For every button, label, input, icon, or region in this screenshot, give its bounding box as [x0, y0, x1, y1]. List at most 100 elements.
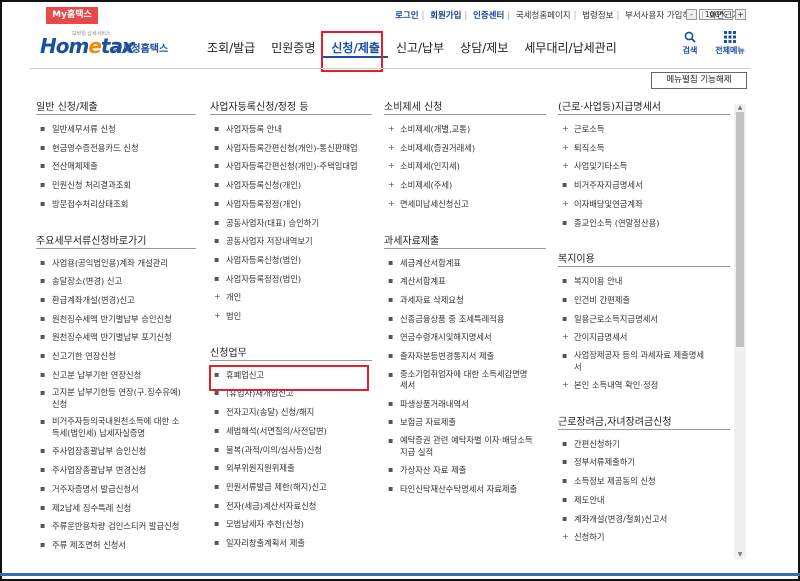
nts-home-link[interactable]: 국세청홈페이지 [516, 11, 571, 21]
login-link[interactable]: 로그인 [395, 11, 418, 21]
my-hometax-button[interactable]: My홈택스 [46, 7, 98, 24]
menu-item[interactable]: + 본인 소득내역 확인·정정 [558, 376, 730, 395]
signup-link[interactable]: 회원가입 [430, 11, 461, 21]
menu-item[interactable]: ▪ 제도안내 [558, 491, 730, 510]
menu-item[interactable]: ▪ 신고분 납부기한 연장신청 [36, 366, 196, 385]
zoom-out-button[interactable]: - [686, 9, 697, 20]
menu-item[interactable]: ▪ 중소기업취업자에 대한 소득세감면명 세서 [384, 366, 546, 395]
menu-item[interactable]: ▪ 모범납세자 추천(신청) [210, 515, 372, 534]
menu-item[interactable]: ▪ 방문접수처리상태조회 [36, 195, 196, 214]
menu-item[interactable]: ▪ 전자(세금)계산서자료신청 [210, 497, 372, 516]
menu-item[interactable]: ▪ 현금영수증전용카드 신청 [36, 139, 196, 158]
menu-item[interactable]: ▪ 사업자등록신청(개인) [210, 176, 372, 195]
menu-item[interactable]: ▪ 정부서류제출하기 [558, 453, 730, 472]
menu-item[interactable]: ▪ 고지분 납부기한등 연장(구.징수유예) 신청 [36, 384, 196, 413]
all-menu-button[interactable]: 전체메뉴 [710, 31, 750, 56]
menu-item[interactable]: ▪ 원천징수세액 반기별납부 승인신청 [36, 310, 196, 329]
menu-item[interactable]: ▪ 신종금융상품 중 조세특례적용 [384, 310, 546, 329]
menu-item-label: 종교인소득 (연말정산용) [574, 217, 660, 228]
nav-consult-report[interactable]: 상담/제보 [452, 38, 516, 58]
menu-item[interactable]: ▪ 공동사업자 저장내역보기 [210, 232, 372, 251]
menu-item[interactable]: ▪ 민원신청 처리결과조회 [36, 176, 196, 195]
menu-item[interactable]: + 면세미납세신청신고 [384, 195, 546, 214]
menu-item[interactable]: + 간이지급명세서 [558, 328, 730, 347]
menu-item[interactable]: ▪ 환급계좌개설(변경)신고 [36, 291, 196, 310]
search-button[interactable]: 검색 [676, 31, 704, 56]
menu-item[interactable]: + 법인 [210, 307, 372, 326]
menu-item-label: 타인신탁재산수탁명세서 자료제출 [400, 483, 518, 494]
menu-item[interactable]: ▪ 일용근로소득지급명세서 [558, 310, 730, 329]
menu-item[interactable]: ▪ 거주자증명서 발급신청서 [36, 480, 196, 499]
menu-item[interactable]: + 개인 [210, 288, 372, 307]
menu-item[interactable]: ▪ 사업자등록 안내 [210, 120, 372, 139]
menu-item[interactable]: ▪ 타인신탁재산수탁명세서 자료제출 [384, 480, 546, 499]
search-label: 검색 [682, 46, 698, 55]
menu-item[interactable]: ▪ 세금계산서합계표 [384, 254, 546, 273]
menu-item[interactable]: ▪ 간편신청하기 [558, 435, 730, 454]
menu-item[interactable]: ▪ 비거주자등의국내원천소득에 대한 소 득세(법인세) 납세자실증명 [36, 413, 196, 442]
menu-item[interactable]: ▪ 제2납세 징수특례 신청 [36, 499, 196, 518]
menu-item[interactable]: ▪ 보험금 자료제출 [384, 413, 546, 432]
scroll-thumb[interactable] [736, 112, 744, 347]
menu-item[interactable]: + 소비제세(개별,교통) [384, 120, 546, 139]
nav-inquiry-issue[interactable]: 조회/발급 [199, 38, 263, 58]
menu-item[interactable]: ▪ 사업장제공자 등의 과세자료 제출명세 서 [558, 347, 730, 376]
menu-item[interactable]: ▪ 전산매체제출 [36, 157, 196, 176]
menu-item[interactable]: ▪ 사업자등록정정(개인) [210, 195, 372, 214]
nav-tax-agent[interactable]: 세무대리/납세관리 [516, 38, 624, 58]
menu-item[interactable]: ▪ 공동사업자(대표) 승인하기 [210, 214, 372, 233]
menu-item-label: 소비제세(증권거래세) [400, 142, 476, 153]
menu-item[interactable]: + 퇴직소득 [558, 139, 730, 158]
nav-report-pay[interactable]: 신고/납부 [388, 38, 452, 58]
menu-item[interactable]: ▪ 전자고지(송달) 신청/해지 [210, 403, 372, 422]
menu-item[interactable]: + 이자배당및연금계좌 [558, 195, 730, 214]
menu-item[interactable]: + 소비제세(인지세) [384, 157, 546, 176]
menu-item[interactable]: ▪ 세법해석(서면질의/사전답변) [210, 422, 372, 441]
menu-item[interactable]: ▪ 소득정보 제공동의 신청 [558, 472, 730, 491]
menu-item[interactable]: ▪ 과세자료 삭제요청 [384, 291, 546, 310]
menu-item[interactable]: ▪ 신고기한 연장신청 [36, 347, 196, 366]
menu-item[interactable]: ▪ 복지이용 안내 [558, 272, 730, 291]
menu-item[interactable]: ▪ 송달장소(변경) 신고 [36, 272, 196, 291]
scroll-down-arrow-icon[interactable]: ▼ [736, 552, 744, 558]
menu-item[interactable]: ▪ 출자자분등변경통지서 제출 [384, 347, 546, 366]
zoom-in-button[interactable]: + [735, 9, 746, 20]
menu-item[interactable]: ▪ 사업용(공익법인용)계좌 개설관리 [36, 254, 196, 273]
menu-item[interactable]: ▪ 사업자등록간편신청(개인)-주택임대업 [210, 157, 372, 176]
menu-item[interactable]: ▪ 주사업장총괄납부 변경신청 [36, 461, 196, 480]
menu-item[interactable]: ▪ 주류 제조면허 신청서 [36, 536, 196, 555]
menu-item[interactable]: + 소비제세(증권거래세) [384, 139, 546, 158]
menu-item[interactable]: ▪ 민원서류발급 제한(해지)신고 [210, 478, 372, 497]
menu-expand-toggle-button[interactable]: 메뉴펼침 기능해제 [651, 72, 747, 89]
nav-certificates[interactable]: 민원증명 [263, 38, 323, 58]
menu-item[interactable]: ▪ 사업자등록신청(법인) [210, 251, 372, 270]
menu-item[interactable]: ▪ 원천징수세액 반기별납부 포기신청 [36, 328, 196, 347]
menu-item[interactable]: ▪ 주류운반용차량 검인스티커 발급신청 [36, 517, 196, 536]
vertical-scrollbar[interactable]: ▲ ▼ [734, 104, 746, 559]
menu-item[interactable]: ▪ 계좌개설(변경/철회)신고서 [558, 510, 730, 529]
menu-item-label: 모범납세자 추천(신청) [226, 519, 304, 530]
menu-item[interactable]: ▪ 사업자등록정정(법인) [210, 270, 372, 289]
menu-item[interactable]: ▪ 종교인소득 (연말정산용) [558, 214, 730, 233]
menu-item[interactable]: ▪ 일반세무서류 신청 [36, 120, 196, 139]
menu-item[interactable]: + 사업및기타소득 [558, 157, 730, 176]
menu-item[interactable]: ▪ 사업자등록간편신청(개인)-통신판매업 [210, 139, 372, 158]
menu-item[interactable]: ▪ 불복(과적/이의/심사등)신청 [210, 441, 372, 460]
menu-item[interactable]: ▪ 예탁증권 관련 예탁자별 이자·배당소득 지급 실적 [384, 432, 546, 461]
menu-item[interactable]: ▪ 인건비 간편제출 [558, 291, 730, 310]
menu-item[interactable]: ▪ 파생상품거래내역서 [384, 395, 546, 414]
menu-item[interactable]: ▪ 계산서합계표 [384, 272, 546, 291]
menu-item[interactable]: ▪ 연금수령개시및해지명세서 [384, 328, 546, 347]
law-info-link[interactable]: 법령정보 [582, 11, 613, 21]
menu-item[interactable]: ▪ 외부위원지원위제출 [210, 459, 372, 478]
menu-item[interactable]: ▪ 주사업장총괄납부 승인신청 [36, 442, 196, 461]
cert-center-link[interactable]: 인증센터 [473, 11, 504, 21]
menu-item[interactable]: ▪ 가상자산 자료 제출 [384, 461, 546, 480]
menu-item[interactable]: ▪ 비거주자지급명세서 [558, 176, 730, 195]
menu-item[interactable]: ▪ 일자리창출계획서 제출 [210, 534, 372, 553]
menu-item[interactable]: + 근로소득 [558, 120, 730, 139]
hometax-logo[interactable]: 모바일 납세서비스 Hometax 국세청홈택스 [40, 30, 180, 60]
scroll-up-arrow-icon[interactable]: ▲ [736, 105, 744, 111]
menu-item[interactable]: + 신청하기 [558, 528, 730, 547]
menu-item[interactable]: + 소비제세(주세) [384, 176, 546, 195]
